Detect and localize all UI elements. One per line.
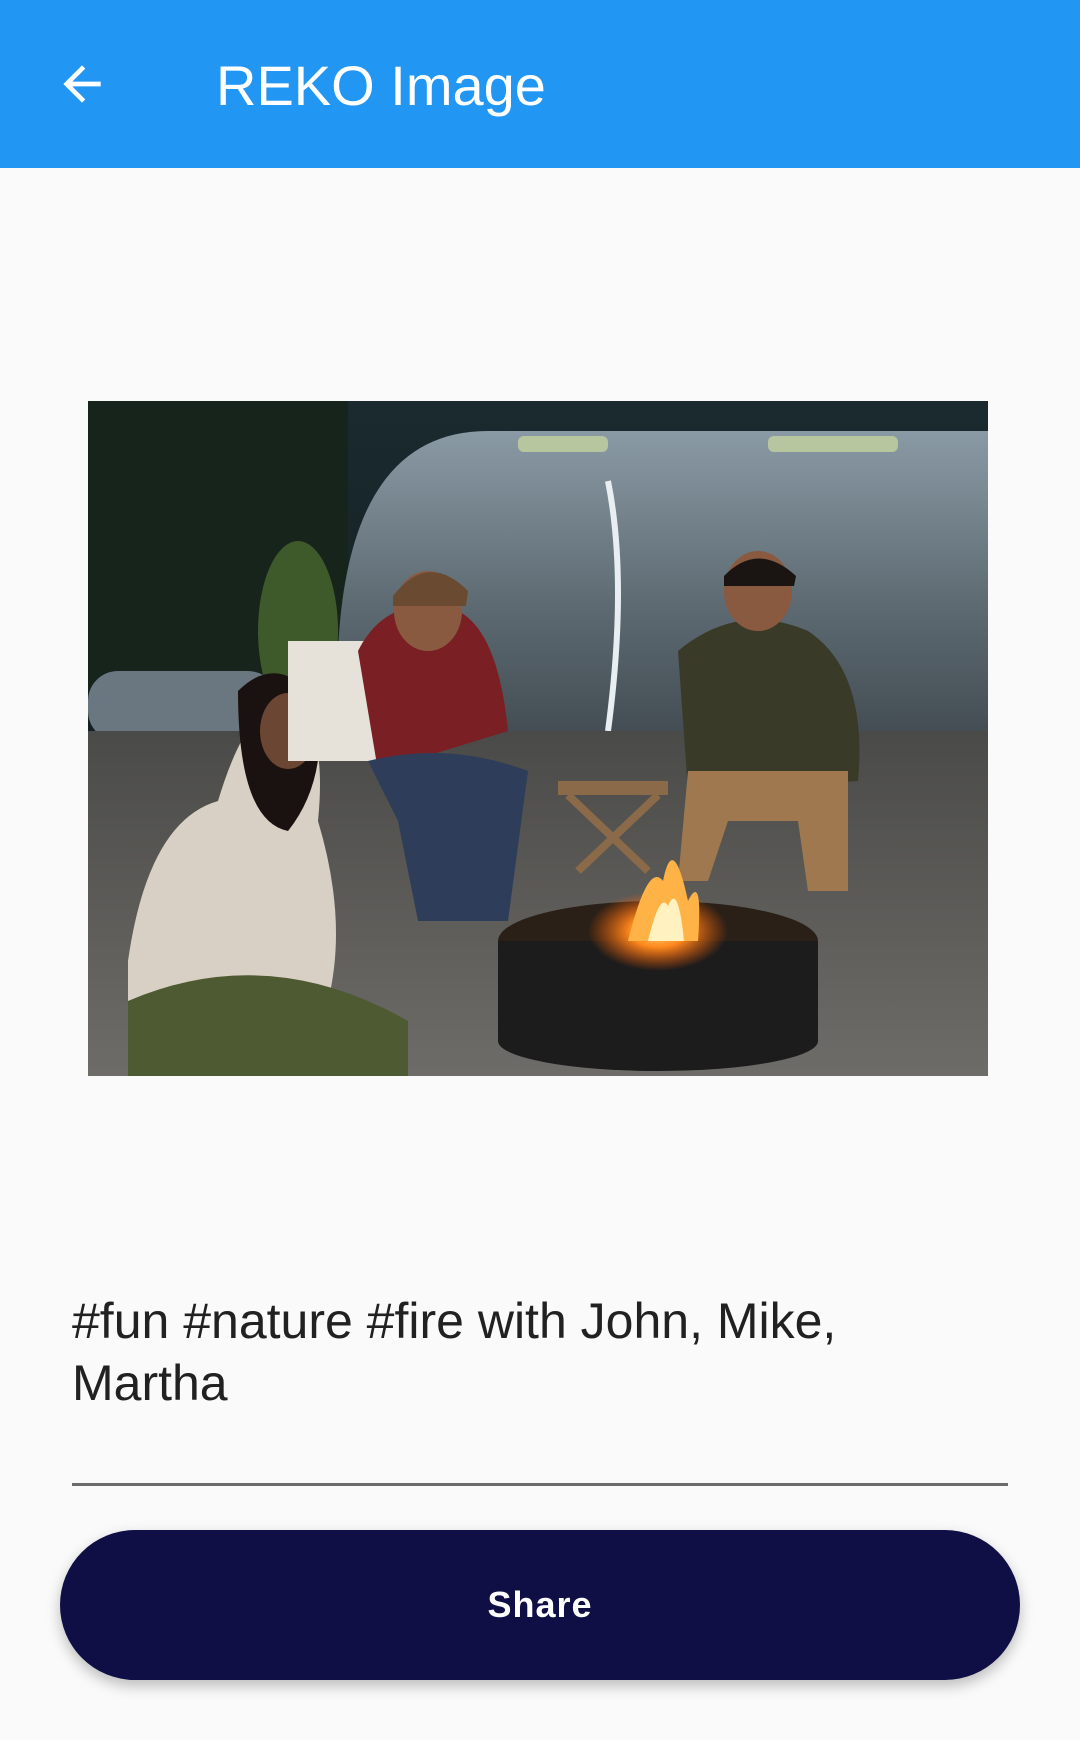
share-button[interactable]: Share [60, 1530, 1020, 1680]
back-button[interactable] [46, 44, 118, 124]
page-title: REKO Image [216, 54, 546, 117]
app-bar: REKO Image [0, 0, 1080, 168]
caption-text[interactable]: #fun #nature #fire with John, Mike, Mart… [72, 1290, 1008, 1414]
arrow-left-icon [63, 65, 101, 103]
share-button-label: Share [487, 1584, 593, 1625]
campfire-photo [88, 401, 988, 1076]
caption-underline [72, 1483, 1008, 1486]
caption-field[interactable]: #fun #nature #fire with John, Mike, Mart… [72, 1290, 1008, 1486]
